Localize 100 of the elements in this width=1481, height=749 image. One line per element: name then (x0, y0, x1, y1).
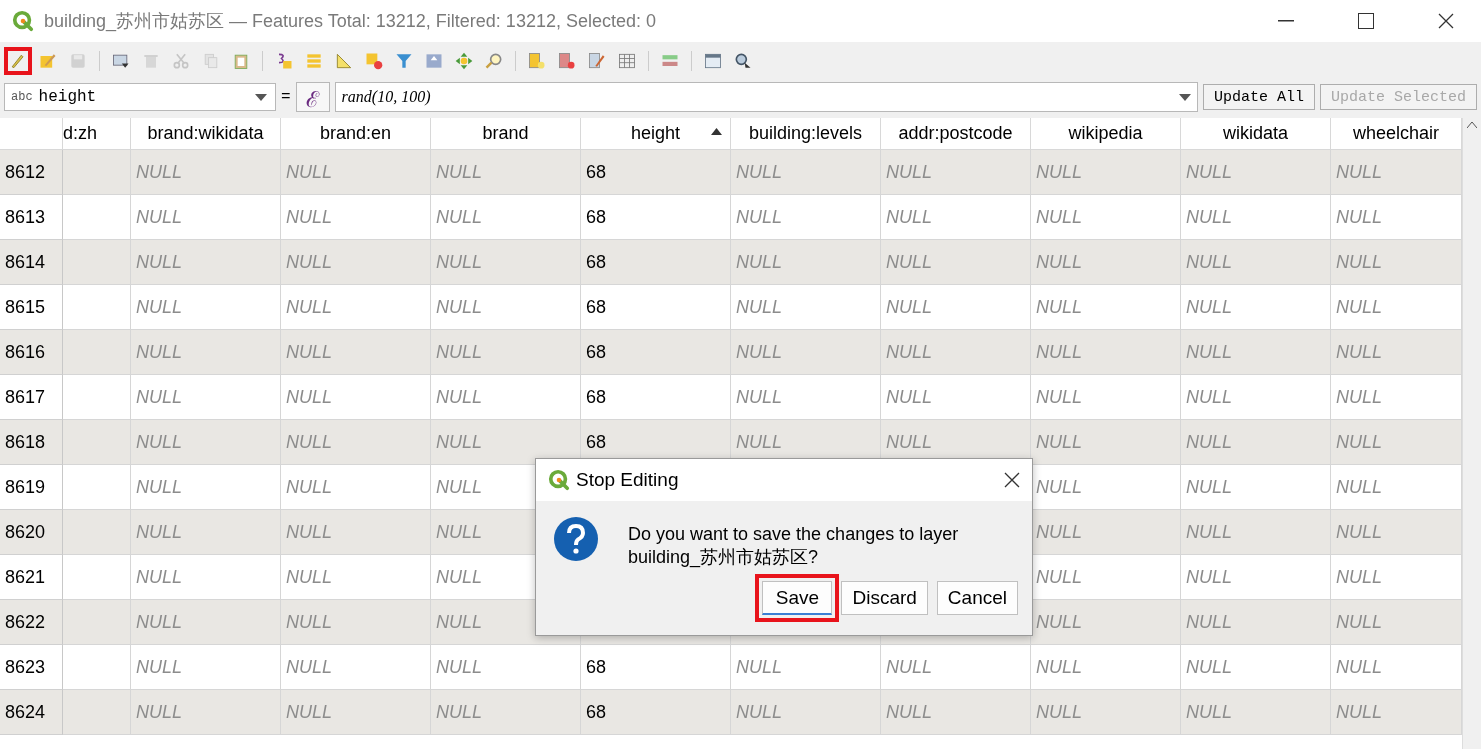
column-header[interactable]: wikipedia (1031, 118, 1181, 150)
table-cell: NULL (881, 645, 1031, 690)
dialog-message: Do you want to save the changes to layer building_苏州市姑苏区? (628, 523, 960, 569)
table-cell: NULL (1331, 195, 1462, 240)
column-header[interactable]: brand:en (281, 118, 431, 150)
table-cell: NULL (281, 555, 431, 600)
table-cell: NULL (281, 465, 431, 510)
table-cell: NULL (281, 330, 431, 375)
close-icon (1438, 13, 1454, 29)
table-cell: NULL (1331, 285, 1462, 330)
table-cell: NULL (281, 420, 431, 465)
row-header[interactable]: 8624 (0, 690, 63, 735)
row-header[interactable]: 8620 (0, 510, 63, 555)
table-cell (63, 330, 131, 375)
table-cell: NULL (1331, 510, 1462, 555)
column-header[interactable]: brand:wikidata (131, 118, 281, 150)
dialog-button[interactable]: Cancel (936, 581, 1018, 615)
column-header[interactable]: wikidata (1181, 118, 1331, 150)
expression-button[interactable]: ℰ (295, 82, 330, 112)
table-cell: NULL (1331, 420, 1462, 465)
table-cell: NULL (281, 285, 431, 330)
scroll-up-icon (1467, 122, 1477, 128)
table-cell: NULL (431, 645, 581, 690)
magnifier-icon (733, 51, 753, 71)
column-icon (557, 51, 577, 71)
table-cell: NULL (431, 375, 581, 420)
field-dropdown[interactable]: abc height (4, 83, 276, 111)
table-cell: NULL (131, 465, 281, 510)
table-cell: NULL (131, 645, 281, 690)
row-header[interactable]: 8619 (0, 465, 63, 510)
close-icon[interactable] (1004, 472, 1020, 488)
table-cell: NULL (1031, 690, 1181, 735)
table-cell: NULL (131, 510, 281, 555)
table-cell: NULL (1331, 645, 1462, 690)
table-cell: NULL (1331, 555, 1462, 600)
table-cell: NULL (881, 150, 1031, 195)
row-header[interactable]: 8613 (0, 195, 63, 240)
table-cell: NULL (1181, 600, 1331, 645)
table-icon (617, 51, 637, 71)
table-cell: 68 (581, 150, 731, 195)
column-header[interactable]: brand (431, 118, 581, 150)
table-cell: NULL (731, 690, 881, 735)
table-cell: NULL (1181, 330, 1331, 375)
dialog-button[interactable]: Discard (841, 581, 928, 615)
window-icon (703, 51, 723, 71)
table-cell (63, 420, 131, 465)
column-header[interactable]: building:levels (731, 118, 881, 150)
row-header[interactable]: 8612 (0, 150, 63, 195)
minimize-icon (1278, 20, 1294, 22)
table-cell: NULL (881, 375, 1031, 420)
scroll-bar[interactable] (1462, 118, 1481, 749)
table-cell (63, 690, 131, 735)
table-cell: NULL (1031, 330, 1181, 375)
table-cell: NULL (1181, 420, 1331, 465)
row-header[interactable]: 8622 (0, 600, 63, 645)
table-cell (63, 285, 131, 330)
table-cell (63, 645, 131, 690)
row-header[interactable]: 8621 (0, 555, 63, 600)
column-header[interactable]: wheelchair (1331, 118, 1462, 150)
arrows-icon (454, 51, 474, 71)
table-cell: NULL (1181, 465, 1331, 510)
row-header[interactable]: 8615 (0, 285, 63, 330)
row-header[interactable]: 8618 (0, 420, 63, 465)
caret-icon (1178, 93, 1191, 101)
column-header[interactable]: d:zh (63, 118, 131, 150)
table-cell: 68 (581, 240, 731, 285)
table-cell: NULL (1031, 465, 1181, 510)
row-header[interactable]: 8617 (0, 375, 63, 420)
table-cell: NULL (281, 150, 431, 195)
table-cell: NULL (1031, 375, 1181, 420)
maximize-icon (1358, 13, 1374, 29)
table-cell: NULL (1181, 645, 1331, 690)
update-button[interactable]: Update All (1202, 84, 1315, 110)
table-cell: NULL (731, 645, 881, 690)
toolbar-button[interactable] (4, 47, 32, 75)
table-cell: NULL (1181, 285, 1331, 330)
column-header[interactable]: height (581, 118, 731, 150)
table-cell: NULL (131, 555, 281, 600)
table-icon (424, 51, 444, 71)
expression-field[interactable]: rand(10, 100) (334, 82, 1198, 112)
table-cell (63, 240, 131, 285)
triangle-icon (334, 51, 354, 71)
scissors-icon (171, 51, 191, 71)
table-cell: NULL (1181, 195, 1331, 240)
table-cell: NULL (1181, 375, 1331, 420)
table-cell: NULL (1331, 330, 1462, 375)
logo-icon (548, 469, 570, 491)
table-cell: NULL (281, 240, 431, 285)
table-cell (63, 375, 131, 420)
row-header[interactable]: 8614 (0, 240, 63, 285)
column-header[interactable]: addr:postcode (881, 118, 1031, 150)
table-cell: 68 (581, 375, 731, 420)
row-header[interactable]: 8623 (0, 645, 63, 690)
table-cell: NULL (431, 195, 581, 240)
table-cell: NULL (881, 240, 1031, 285)
table-cell: NULL (881, 285, 1031, 330)
sort-ascending-icon (711, 128, 722, 135)
table-cell: NULL (1031, 240, 1181, 285)
table-cell: NULL (431, 330, 581, 375)
row-header[interactable]: 8616 (0, 330, 63, 375)
